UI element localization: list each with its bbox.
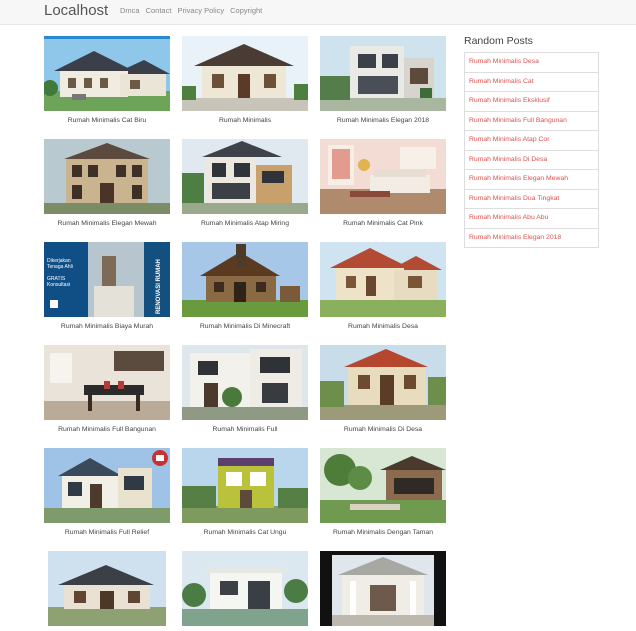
post-title[interactable]: Rumah Minimalis — [182, 116, 308, 125]
post-card[interactable]: Rumah Minimalis Cat Pink — [320, 139, 446, 228]
post-thumbnail[interactable] — [44, 448, 170, 523]
post-title[interactable]: Rumah Minimalis Di Minecraft — [182, 322, 308, 331]
random-posts-list: Rumah Minimalis Desa Rumah Minimalis Cat… — [464, 52, 599, 248]
post-title[interactable]: Rumah Minimalis Biaya Murah — [44, 322, 170, 331]
random-post-link[interactable]: Rumah Minimalis Eksklusif — [465, 92, 598, 112]
post-title[interactable]: Rumah Minimalis Atap Miring — [182, 219, 308, 228]
random-post-link[interactable]: Rumah Minimalis Dua Tingkat — [465, 190, 598, 209]
post-thumbnail[interactable] — [182, 448, 308, 523]
post-title[interactable]: Rumah Minimalis Cat Ungu — [182, 528, 308, 537]
nav-link-contact[interactable]: Contact — [146, 6, 172, 16]
post-title[interactable]: Rumah Minimalis Elegan Mewah — [44, 219, 170, 228]
post-thumbnail[interactable] — [44, 139, 170, 214]
post-thumbnail[interactable] — [320, 36, 446, 111]
post-thumbnail[interactable] — [44, 345, 170, 420]
post-card[interactable]: Rumah Minimalis Elegan Mewah — [44, 139, 170, 228]
post-thumbnail[interactable] — [44, 36, 170, 111]
random-post-link[interactable]: Rumah Minimalis Cat — [465, 73, 598, 92]
post-card[interactable] — [44, 551, 170, 631]
post-title[interactable]: Rumah Minimalis Full Relief — [44, 528, 170, 537]
post-card[interactable] — [320, 551, 446, 631]
post-thumbnail[interactable] — [182, 139, 308, 214]
post-thumbnail[interactable] — [182, 36, 308, 111]
random-post-link[interactable]: Rumah Minimalis Elegan 2018 — [465, 229, 598, 248]
random-post-link[interactable]: Rumah Minimalis Abu Abu — [465, 209, 598, 229]
post-card[interactable]: Rumah Minimalis Atap Miring — [182, 139, 308, 228]
svg-text:RENOVASI RUMAH: RENOVASI RUMAH — [156, 259, 162, 314]
random-posts-sidebar: Random Posts Rumah Minimalis Desa Rumah … — [464, 35, 599, 248]
post-title[interactable]: Rumah Minimalis Cat Biru — [44, 116, 170, 125]
post-title[interactable]: Rumah Minimalis Full — [182, 425, 308, 434]
post-title[interactable]: Rumah Minimalis Cat Pink — [320, 219, 446, 228]
top-navbar: Localhost Dmca Contact Privacy Policy Co… — [0, 0, 636, 25]
nav-link-dmca[interactable]: Dmca — [120, 6, 140, 16]
post-thumbnail[interactable] — [320, 448, 446, 523]
post-card[interactable]: Rumah Minimalis Cat Biru — [44, 36, 170, 125]
post-card[interactable]: Rumah Minimalis Dengan Taman — [320, 448, 446, 537]
nav-link-copyright[interactable]: Copyright — [230, 6, 262, 16]
nav-links: Dmca Contact Privacy Policy Copyright — [120, 6, 262, 16]
post-thumbnail[interactable] — [320, 551, 446, 626]
post-thumbnail[interactable] — [320, 242, 446, 317]
post-title[interactable]: Rumah Minimalis Di Desa — [320, 425, 446, 434]
post-title[interactable]: Rumah Minimalis Full Bangunan — [44, 425, 170, 434]
post-card[interactable]: Rumah Minimalis Full Bangunan — [44, 345, 170, 434]
post-thumbnail[interactable]: Dikerjakan Tenaga Ahli GRATIS Konsultasi… — [44, 242, 170, 317]
post-card[interactable]: Rumah Minimalis Di Minecraft — [182, 242, 308, 331]
post-card[interactable]: Dikerjakan Tenaga Ahli GRATIS Konsultasi… — [44, 242, 170, 331]
random-post-link[interactable]: Rumah Minimalis Di Desa — [465, 151, 598, 170]
post-thumbnail[interactable] — [182, 345, 308, 420]
random-post-link[interactable]: Rumah Minimalis Desa — [465, 53, 598, 73]
nav-link-privacy-policy[interactable]: Privacy Policy — [177, 6, 224, 16]
site-brand[interactable]: Localhost — [44, 1, 108, 21]
post-card[interactable]: Rumah Minimalis Desa — [320, 242, 446, 331]
post-thumbnail[interactable] — [182, 551, 308, 626]
post-thumbnail[interactable] — [320, 139, 446, 214]
random-post-link[interactable]: Rumah Minimalis Full Bangunan — [465, 112, 598, 131]
svg-text:Tenaga Ahli: Tenaga Ahli — [47, 264, 73, 270]
post-card[interactable]: Rumah Minimalis Cat Ungu — [182, 448, 308, 537]
random-post-link[interactable]: Rumah Minimalis Elegan Mewah — [465, 170, 598, 190]
post-thumbnail[interactable] — [44, 551, 170, 626]
post-thumbnail[interactable] — [320, 345, 446, 420]
sidebar-title: Random Posts — [464, 35, 533, 47]
post-card[interactable]: Rumah Minimalis Full Relief — [44, 448, 170, 537]
post-card[interactable]: Rumah Minimalis Elegan 2018 — [320, 36, 446, 125]
post-title[interactable]: Rumah Minimalis Elegan 2018 — [320, 116, 446, 125]
svg-text:Konsultasi: Konsultasi — [47, 282, 70, 288]
post-card[interactable]: Rumah Minimalis — [182, 36, 308, 125]
post-title[interactable]: Rumah Minimalis Desa — [320, 322, 446, 331]
post-card[interactable]: Rumah Minimalis Full — [182, 345, 308, 434]
random-post-link[interactable]: Rumah Minimalis Atap Cor — [465, 131, 598, 151]
post-title[interactable]: Rumah Minimalis Dengan Taman — [320, 528, 446, 537]
post-card[interactable]: Rumah Minimalis Di Desa — [320, 345, 446, 434]
post-thumbnail[interactable] — [182, 242, 308, 317]
post-card[interactable] — [182, 551, 308, 631]
